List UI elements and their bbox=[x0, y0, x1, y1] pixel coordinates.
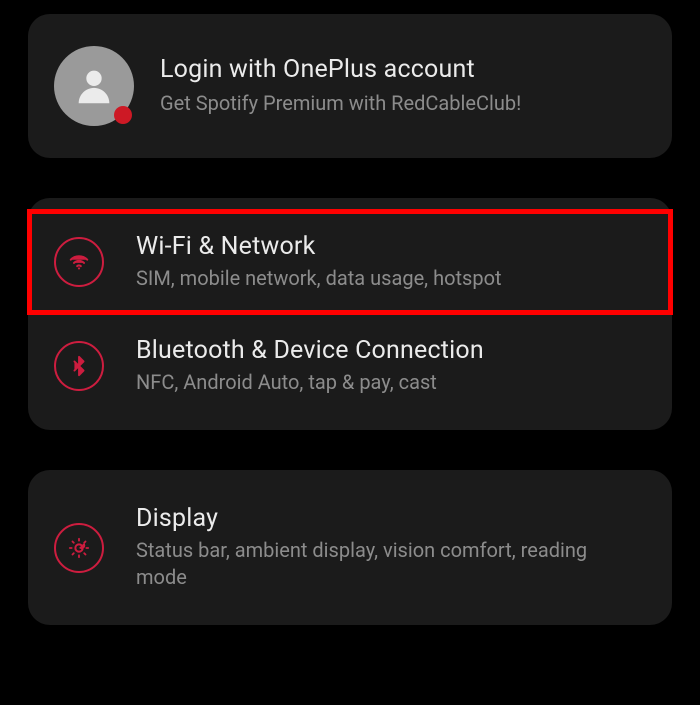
brightness-icon bbox=[54, 523, 104, 573]
settings-row-display[interactable]: Display Status bar, ambient display, vis… bbox=[28, 482, 672, 613]
notification-dot bbox=[114, 106, 132, 124]
settings-group-connectivity: Wi-Fi & Network SIM, mobile network, dat… bbox=[28, 198, 672, 430]
display-text: Display Status bar, ambient display, vis… bbox=[136, 504, 640, 591]
wifi-icon bbox=[54, 237, 104, 287]
person-icon bbox=[71, 63, 117, 109]
login-subtitle: Get Spotify Premium with RedCableClub! bbox=[160, 90, 521, 117]
settings-row-bluetooth[interactable]: Bluetooth & Device Connection NFC, Andro… bbox=[28, 314, 672, 418]
display-title: Display bbox=[136, 504, 640, 533]
wifi-title: Wi-Fi & Network bbox=[136, 232, 502, 261]
login-text: Login with OnePlus account Get Spotify P… bbox=[160, 55, 521, 117]
bluetooth-subtitle: NFC, Android Auto, tap & pay, cast bbox=[136, 369, 484, 396]
wifi-subtitle: SIM, mobile network, data usage, hotspot bbox=[136, 265, 502, 292]
bluetooth-icon bbox=[54, 341, 104, 391]
settings-group-display: Display Status bar, ambient display, vis… bbox=[28, 470, 672, 625]
bluetooth-title: Bluetooth & Device Connection bbox=[136, 336, 484, 365]
settings-row-wifi[interactable]: Wi-Fi & Network SIM, mobile network, dat… bbox=[28, 210, 672, 314]
avatar bbox=[54, 46, 134, 126]
display-subtitle: Status bar, ambient display, vision comf… bbox=[136, 537, 640, 591]
wifi-text: Wi-Fi & Network SIM, mobile network, dat… bbox=[136, 232, 502, 292]
login-title: Login with OnePlus account bbox=[160, 55, 521, 84]
login-card[interactable]: Login with OnePlus account Get Spotify P… bbox=[28, 14, 672, 158]
bluetooth-text: Bluetooth & Device Connection NFC, Andro… bbox=[136, 336, 484, 396]
